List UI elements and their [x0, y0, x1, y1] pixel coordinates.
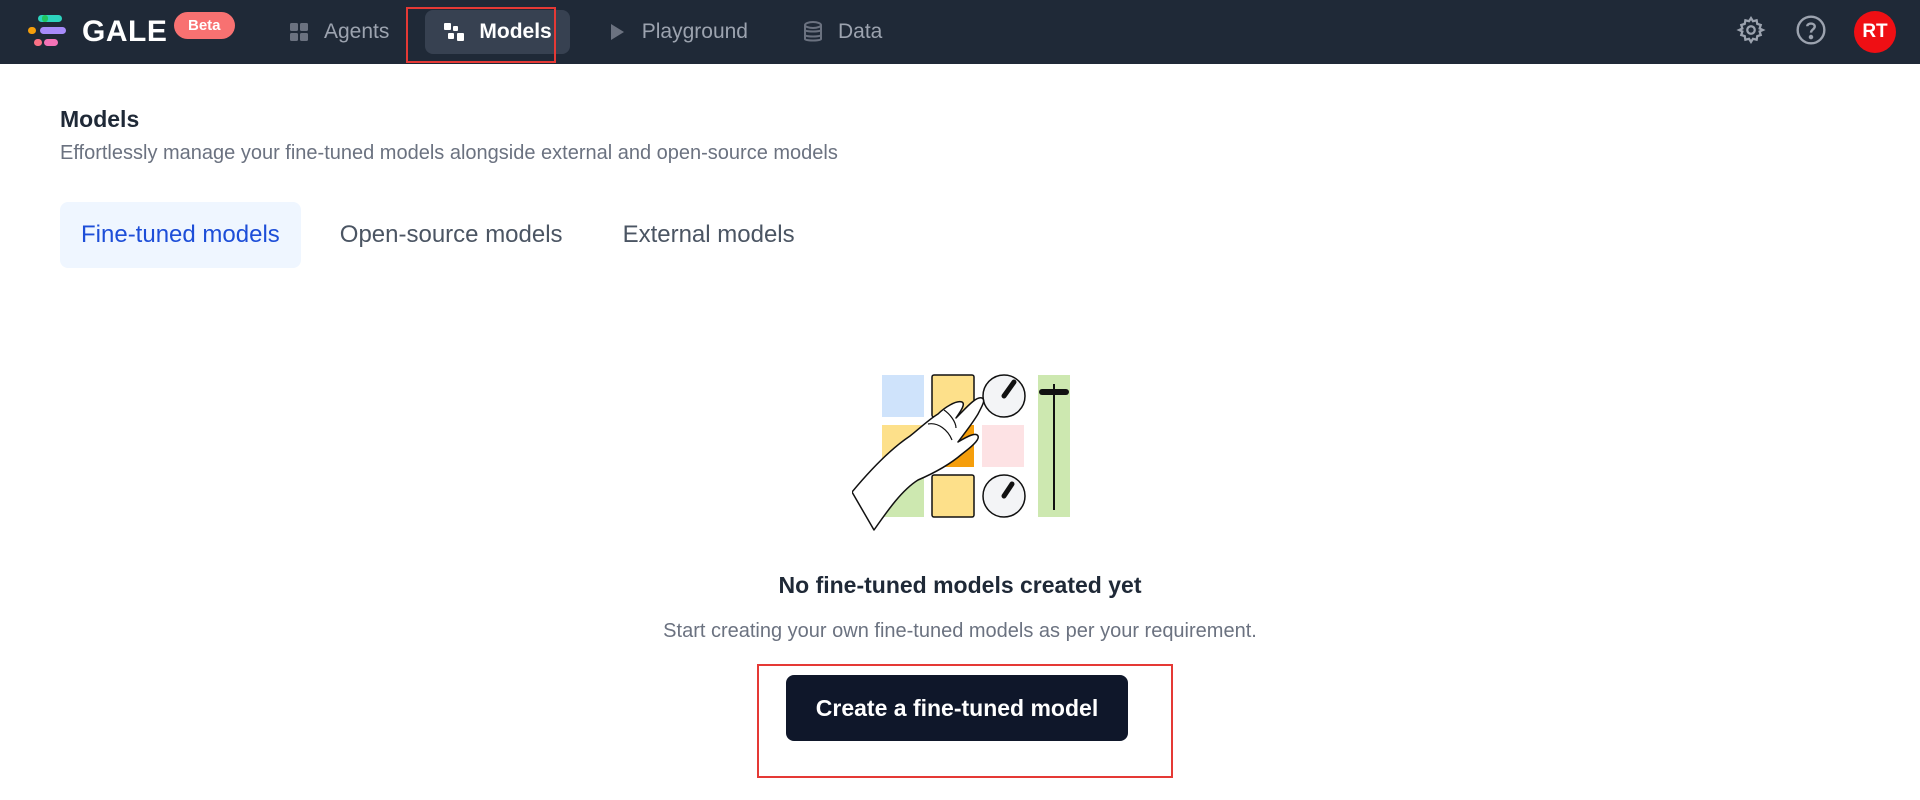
top-navigation-bar: GALE Beta Agents Models Playground Data …: [0, 0, 1920, 64]
nav-item-data[interactable]: Data: [784, 10, 900, 54]
nav-item-label: Agents: [324, 20, 390, 43]
control-panel-hand-illustration: [851, 370, 1072, 532]
header-actions: RT: [1734, 0, 1920, 64]
settings-button[interactable]: [1734, 15, 1768, 49]
empty-state-title: No fine-tuned models created yet: [778, 572, 1142, 598]
help-circle-icon: [1795, 14, 1827, 51]
tab-external-models[interactable]: External models: [602, 202, 816, 268]
main-nav: Agents Models Playground Data: [270, 0, 918, 64]
model-tabs: Fine-tuned models Open-source models Ext…: [60, 202, 834, 268]
gale-logo-icon: [22, 12, 74, 52]
annotation-highlight-box: [757, 664, 1173, 778]
tab-open-source-models[interactable]: Open-source models: [319, 202, 584, 268]
play-icon: [606, 21, 628, 43]
gear-icon: [1736, 15, 1766, 50]
database-icon: [802, 21, 824, 43]
brand-logo[interactable]: GALE: [22, 12, 167, 52]
tab-fine-tuned-models[interactable]: Fine-tuned models: [60, 202, 301, 268]
brand-name: GALE: [82, 15, 168, 48]
page-title: Models: [60, 106, 140, 132]
user-avatar[interactable]: RT: [1854, 11, 1896, 53]
help-button[interactable]: [1794, 14, 1828, 51]
nav-item-label: Playground: [641, 20, 748, 43]
grid-icon: [288, 21, 310, 43]
empty-state-subtitle: Start creating your own fine-tuned model…: [663, 620, 1257, 642]
nav-item-playground[interactable]: Playground: [588, 10, 766, 54]
beta-badge: Beta: [174, 12, 235, 39]
page-subtitle: Effortlessly manage your fine-tuned mode…: [60, 142, 838, 164]
annotation-highlight-box: [406, 7, 556, 63]
nav-item-label: Data: [837, 20, 883, 43]
nav-item-agents[interactable]: Agents: [270, 10, 407, 54]
